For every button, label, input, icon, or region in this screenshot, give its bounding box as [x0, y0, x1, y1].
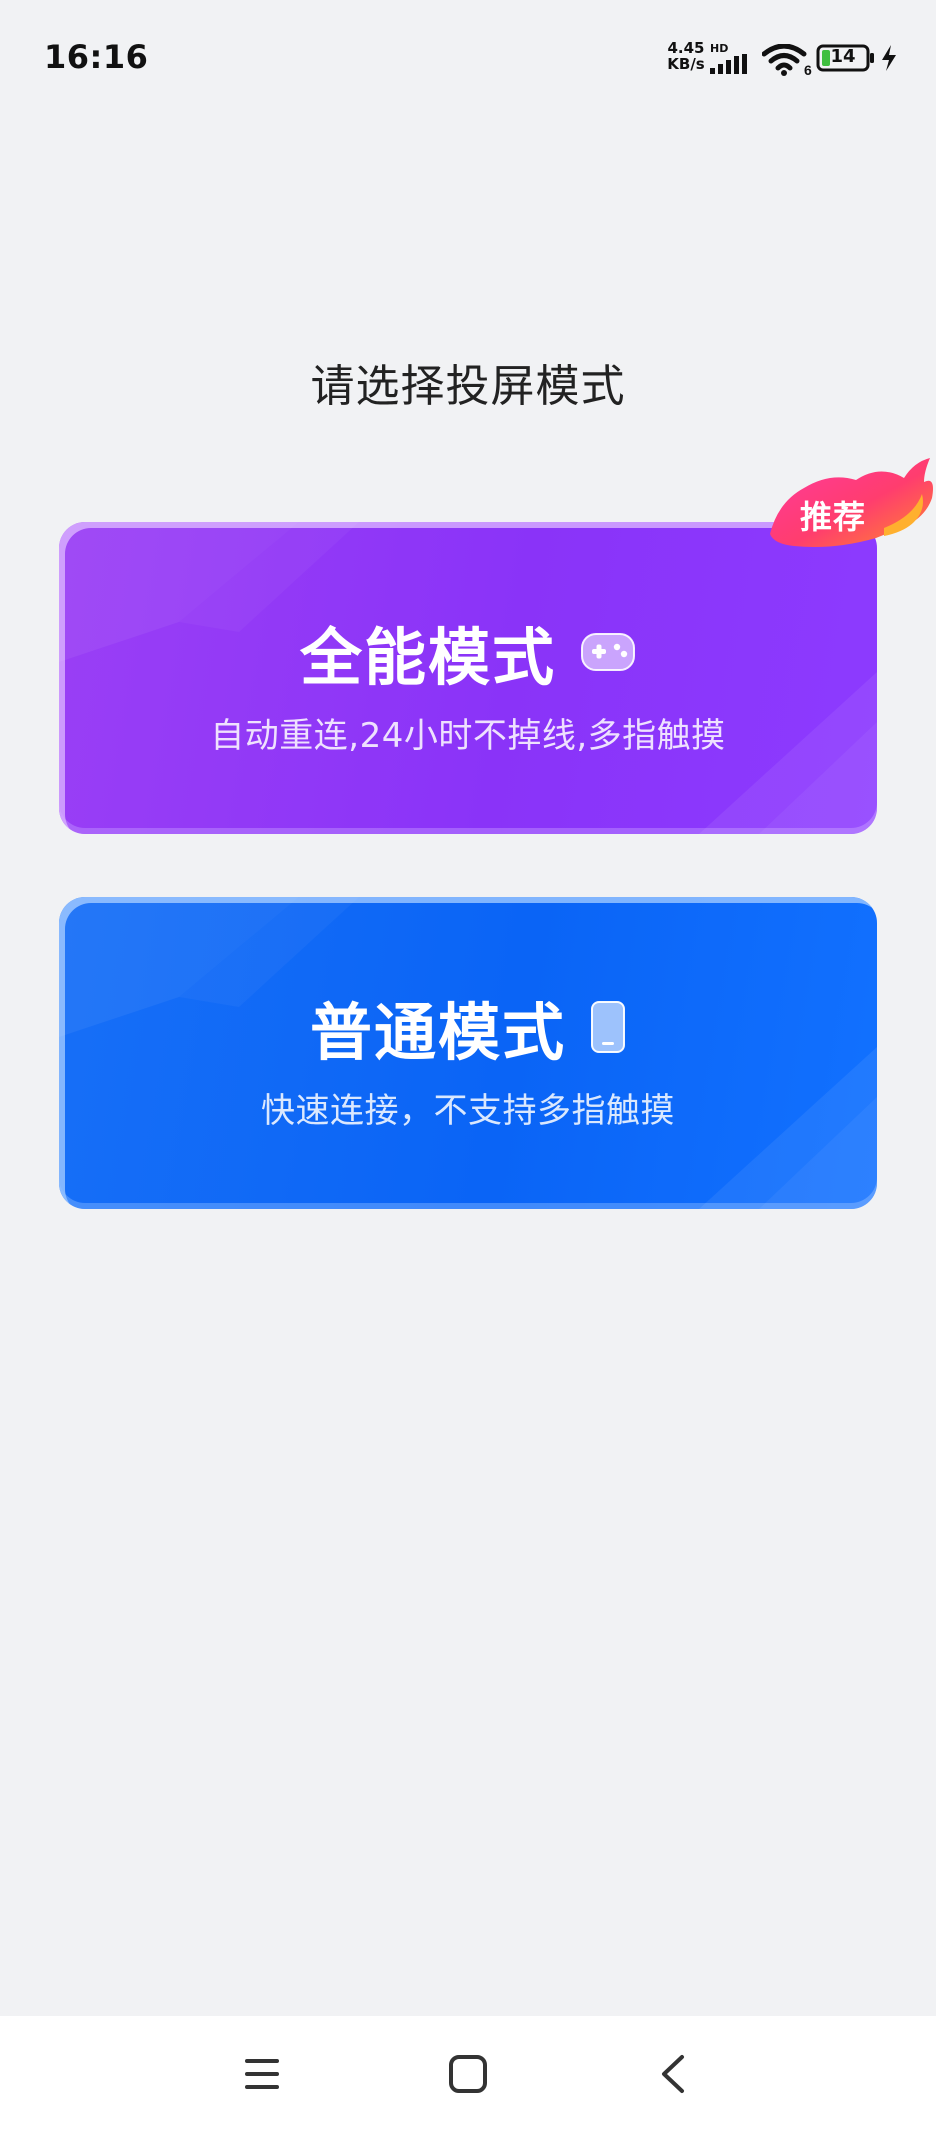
omni-mode-title-row: 全能模式 — [59, 607, 877, 697]
wifi-badge: 6 — [804, 62, 812, 76]
menu-icon[interactable] — [243, 2054, 281, 2094]
battery-level: 14 — [830, 46, 856, 67]
status-bar: 16:16 4.45 KB/s HD 6 14 — [0, 0, 936, 115]
signal-icon — [710, 54, 747, 74]
charging-icon — [882, 45, 896, 71]
network-speed-unit: KB/s — [667, 55, 705, 73]
wifi-icon: 6 — [762, 44, 812, 76]
omni-mode-subtitle: 自动重连,24小时不掉线,多指触摸 — [210, 716, 726, 756]
gamepad-icon — [581, 633, 635, 671]
omni-mode-card[interactable]: 全能模式 自动重连,24小时不掉线,多指触摸 — [59, 522, 877, 834]
network-speed-value: 4.45 — [667, 39, 705, 57]
phone-icon — [591, 1001, 625, 1053]
normal-mode-title-row: 普通模式 — [59, 982, 877, 1072]
screen: 16:16 4.45 KB/s HD 6 14 请选择投屏模式 全能模式 自动重… — [0, 0, 936, 2131]
network-speed: 4.45 KB/s — [662, 40, 710, 72]
home-icon[interactable] — [448, 2054, 488, 2094]
back-icon[interactable] — [656, 2054, 692, 2094]
recommend-badge-label: 推荐 — [800, 498, 867, 536]
status-time: 16:16 — [44, 38, 149, 76]
navigation-bar — [0, 2016, 936, 2131]
page-title: 请选择投屏模式 — [310, 361, 626, 412]
omni-mode-title: 全能模式 — [299, 621, 556, 694]
normal-mode-card[interactable]: 普通模式 快速连接，不支持多指触摸 — [59, 897, 877, 1209]
normal-mode-title: 普通模式 — [309, 996, 566, 1069]
normal-mode-subtitle: 快速连接，不支持多指触摸 — [261, 1091, 675, 1131]
